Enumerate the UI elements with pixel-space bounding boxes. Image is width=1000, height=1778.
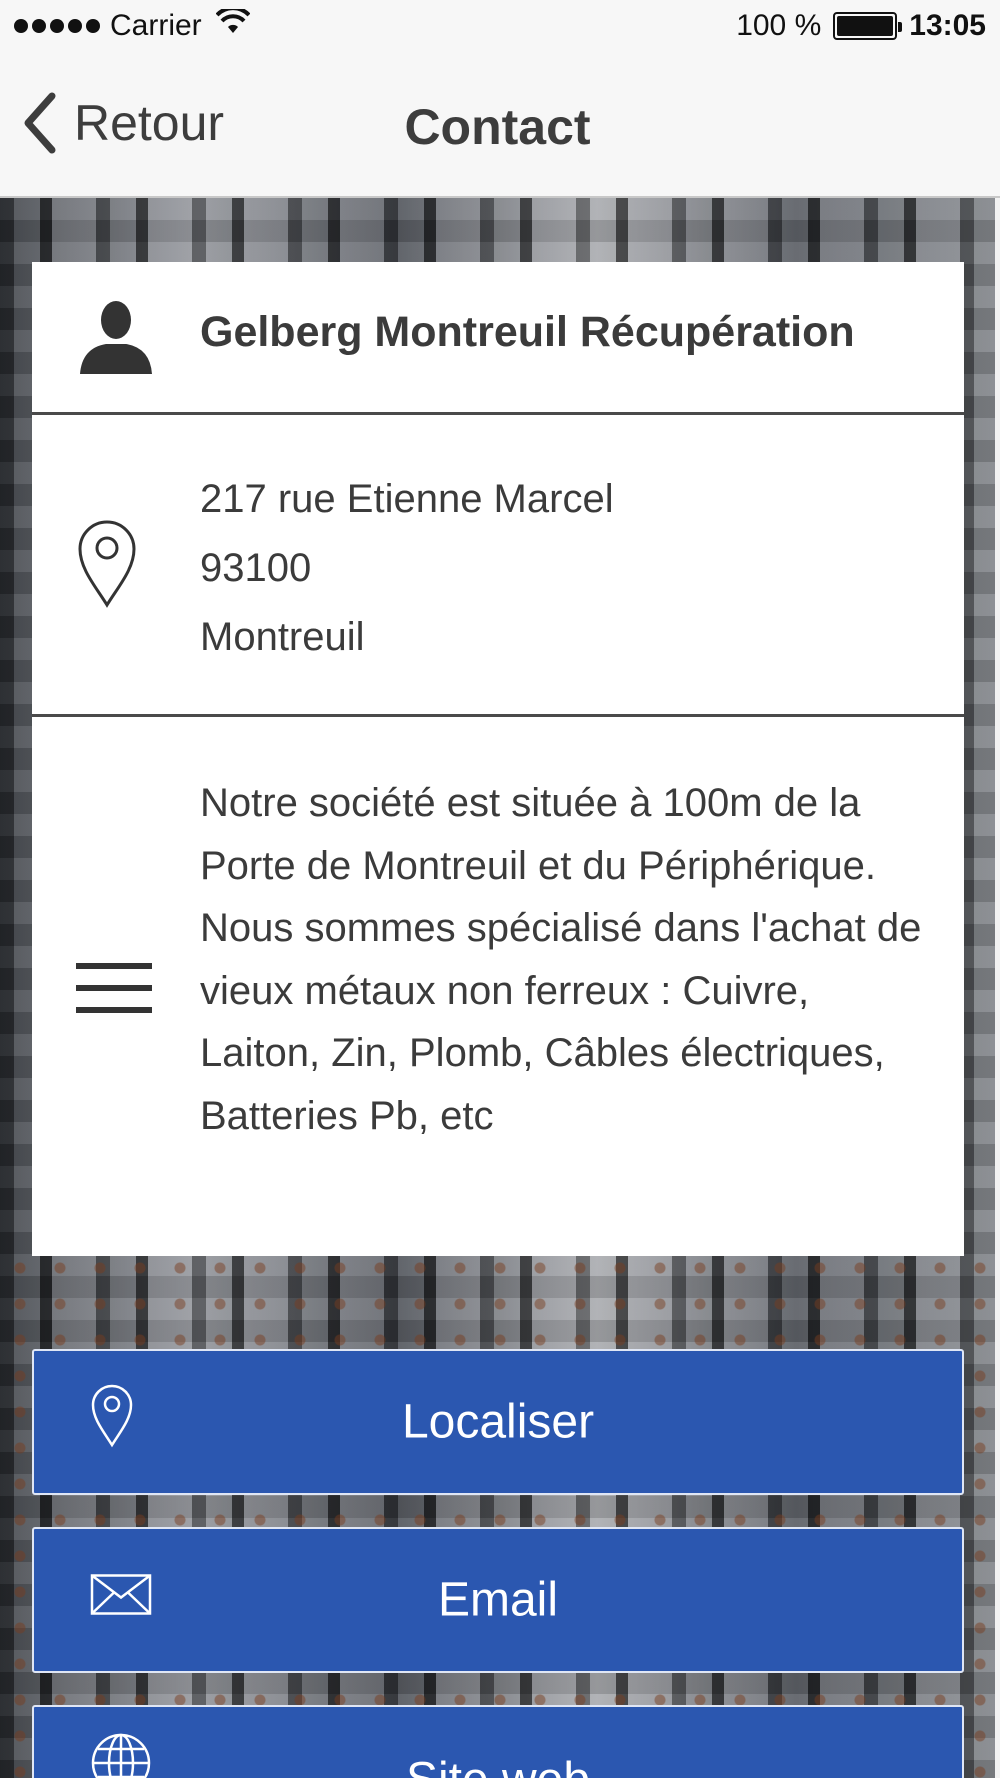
battery-icon [833, 12, 903, 40]
contact-name: Gelberg Montreuil Récupération [200, 308, 855, 356]
description-row: Notre société est située à 100m de la Po… [32, 717, 964, 1253]
user-icon [76, 296, 156, 381]
address-block: 217 rue Etienne Marcel 93100 Montreuil [200, 465, 924, 672]
wifi-icon [215, 6, 251, 43]
address-postcode: 93100 [200, 546, 312, 590]
clock: 13:05 [909, 9, 986, 42]
status-bar: Carrier 100 % 13:05 [0, 0, 1000, 52]
contact-name-row: Gelberg Montreuil Récupération [32, 262, 964, 415]
locate-button[interactable]: Localiser [32, 1349, 964, 1495]
navigation-bar: Retour Contact [0, 52, 1000, 198]
email-button[interactable]: Email [32, 1527, 964, 1673]
battery-percentage: 100 % [736, 9, 822, 42]
address-city: Montreuil [200, 615, 365, 659]
menu-lines-icon [76, 961, 152, 1020]
signal-strength-icon [14, 19, 100, 33]
address-row: 217 rue Etienne Marcel 93100 Montreuil [32, 415, 964, 717]
location-pin-icon [76, 519, 138, 614]
website-button-label: Site web [34, 1753, 962, 1778]
contact-card: Gelberg Montreuil Récupération 217 rue E… [32, 262, 964, 1256]
carrier-label: Carrier [110, 9, 202, 42]
email-button-label: Email [437, 1573, 559, 1627]
scroll-edge [995, 198, 1000, 1778]
background-texture [0, 1250, 995, 1778]
locate-button-label: Localiser [401, 1395, 595, 1449]
page-title: Contact [404, 99, 591, 155]
description-text: Notre société est située à 100m de la Po… [200, 781, 922, 1138]
address-street: 217 rue Etienne Marcel [200, 477, 614, 521]
website-button[interactable]: Site web [32, 1705, 964, 1778]
